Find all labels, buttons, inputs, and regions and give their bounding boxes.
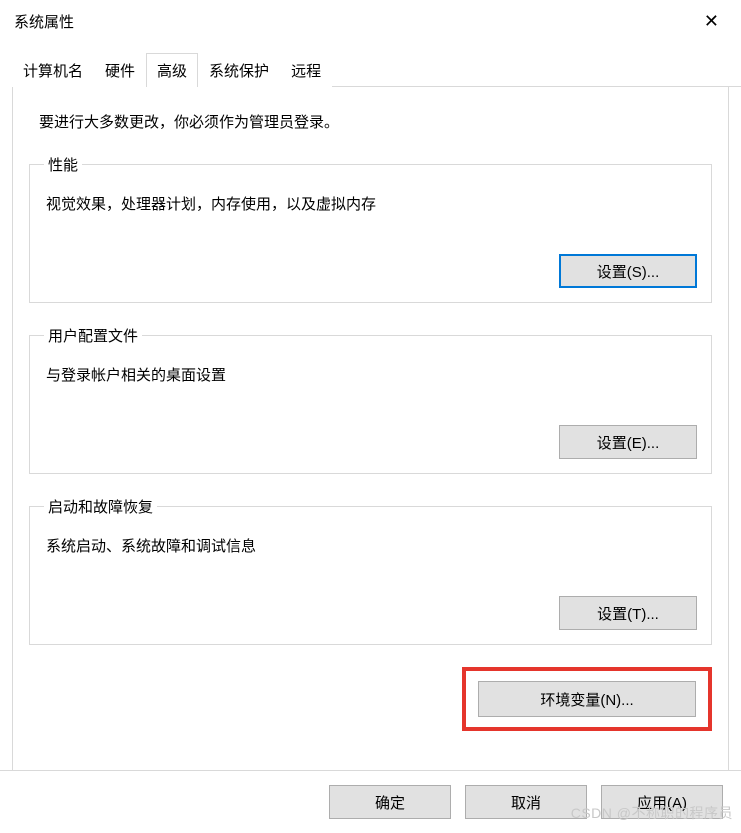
cancel-button[interactable]: 取消 (465, 785, 587, 819)
tab-strip: 计算机名 硬件 高级 系统保护 远程 (12, 52, 741, 87)
environment-variables-row: 环境变量(N)... (29, 667, 712, 731)
user-profiles-settings-button[interactable]: 设置(E)... (559, 425, 697, 459)
dialog-title: 系统属性 (14, 11, 74, 32)
apply-button[interactable]: 应用(A) (601, 785, 723, 819)
group-user-profiles-desc: 与登录帐户相关的桌面设置 (46, 364, 697, 385)
group-startup-recovery: 启动和故障恢复 系统启动、系统故障和调试信息 设置(T)... (29, 496, 712, 645)
ok-button[interactable]: 确定 (329, 785, 451, 819)
highlight-box: 环境变量(N)... (462, 667, 712, 731)
group-performance-desc: 视觉效果，处理器计划，内存使用，以及虚拟内存 (46, 193, 697, 214)
group-startup-recovery-legend: 启动和故障恢复 (44, 496, 157, 517)
title-bar: 系统属性 ✕ (0, 0, 741, 42)
startup-recovery-settings-button[interactable]: 设置(T)... (559, 596, 697, 630)
group-performance: 性能 视觉效果，处理器计划，内存使用，以及虚拟内存 设置(S)... (29, 154, 712, 303)
admin-note: 要进行大多数更改，你必须作为管理员登录。 (39, 111, 712, 132)
close-icon[interactable]: ✕ (696, 9, 727, 34)
performance-settings-button[interactable]: 设置(S)... (559, 254, 697, 288)
group-user-profiles: 用户配置文件 与登录帐户相关的桌面设置 设置(E)... (29, 325, 712, 474)
tab-remote[interactable]: 远程 (280, 53, 332, 87)
tab-advanced[interactable]: 高级 (146, 53, 198, 87)
dialog-button-row: 确定 取消 应用(A) (0, 770, 741, 833)
tab-computer-name[interactable]: 计算机名 (12, 53, 94, 87)
environment-variables-button[interactable]: 环境变量(N)... (478, 681, 696, 717)
group-user-profiles-legend: 用户配置文件 (44, 325, 142, 346)
tab-hardware[interactable]: 硬件 (94, 53, 146, 87)
group-performance-legend: 性能 (44, 154, 82, 175)
tab-panel-advanced: 要进行大多数更改，你必须作为管理员登录。 性能 视觉效果，处理器计划，内存使用，… (12, 87, 729, 782)
group-startup-recovery-desc: 系统启动、系统故障和调试信息 (46, 535, 697, 556)
tab-system-protection[interactable]: 系统保护 (198, 53, 280, 87)
